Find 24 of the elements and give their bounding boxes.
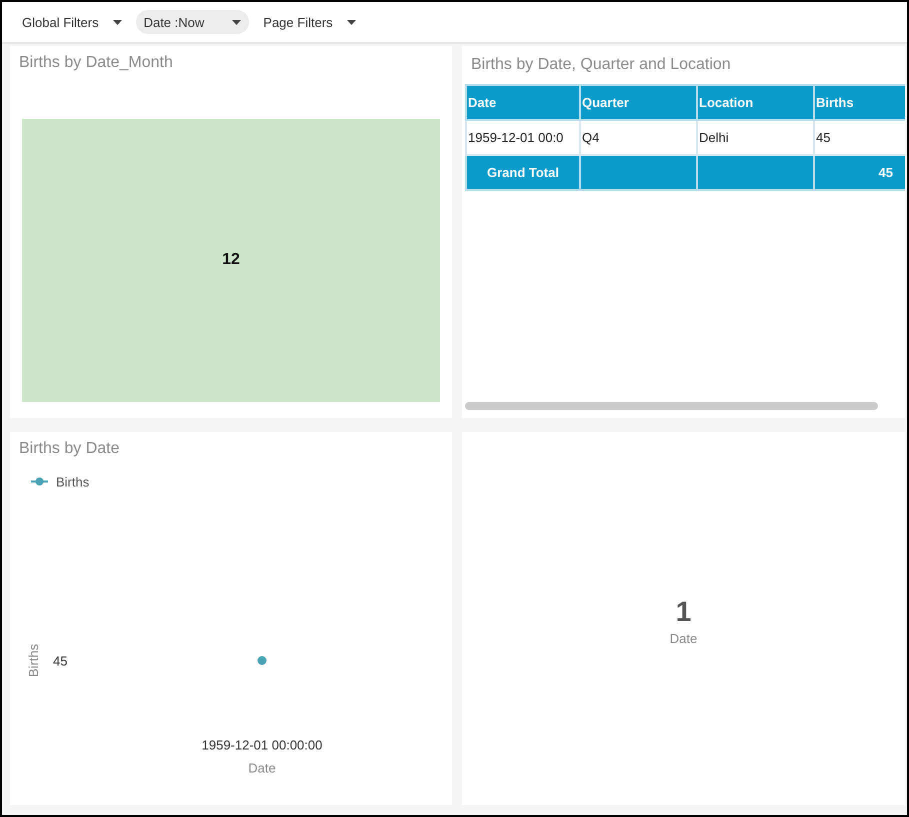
- filter-dropdown[interactable]: Page Filters: [255, 10, 364, 34]
- filter-dropdown[interactable]: Date :Now: [136, 10, 250, 34]
- caret-icon: [346, 20, 356, 24]
- panel-title: Births by Date: [18, 439, 120, 458]
- total-value: 45: [814, 155, 905, 190]
- kpi-label: Date: [670, 631, 698, 646]
- filter-dropdown[interactable]: Global Filters: [14, 10, 130, 34]
- tile-label: 12: [222, 250, 240, 268]
- column-header: Quarter: [580, 85, 697, 120]
- y-axis-title: Births: [26, 644, 41, 678]
- caret-icon: [232, 20, 242, 24]
- panel-title: Births by Date_Month: [18, 53, 174, 72]
- panel-title: Births by Date, Quarter and Location: [470, 55, 732, 74]
- kpi-value: 1: [676, 596, 692, 628]
- total-label: Grand Total: [466, 155, 580, 190]
- horizontal-scrollbar[interactable]: [465, 402, 878, 410]
- column-header: Date: [466, 85, 580, 120]
- y-value-label: 45: [53, 654, 68, 668]
- x-value-label: 1959-12-01 00:00:00: [202, 738, 322, 752]
- column-header: Births: [814, 85, 905, 120]
- legend-label: Births: [56, 474, 90, 490]
- x-axis-title: Date: [248, 760, 276, 776]
- column-header: Location: [697, 85, 814, 120]
- caret-icon: [112, 20, 122, 24]
